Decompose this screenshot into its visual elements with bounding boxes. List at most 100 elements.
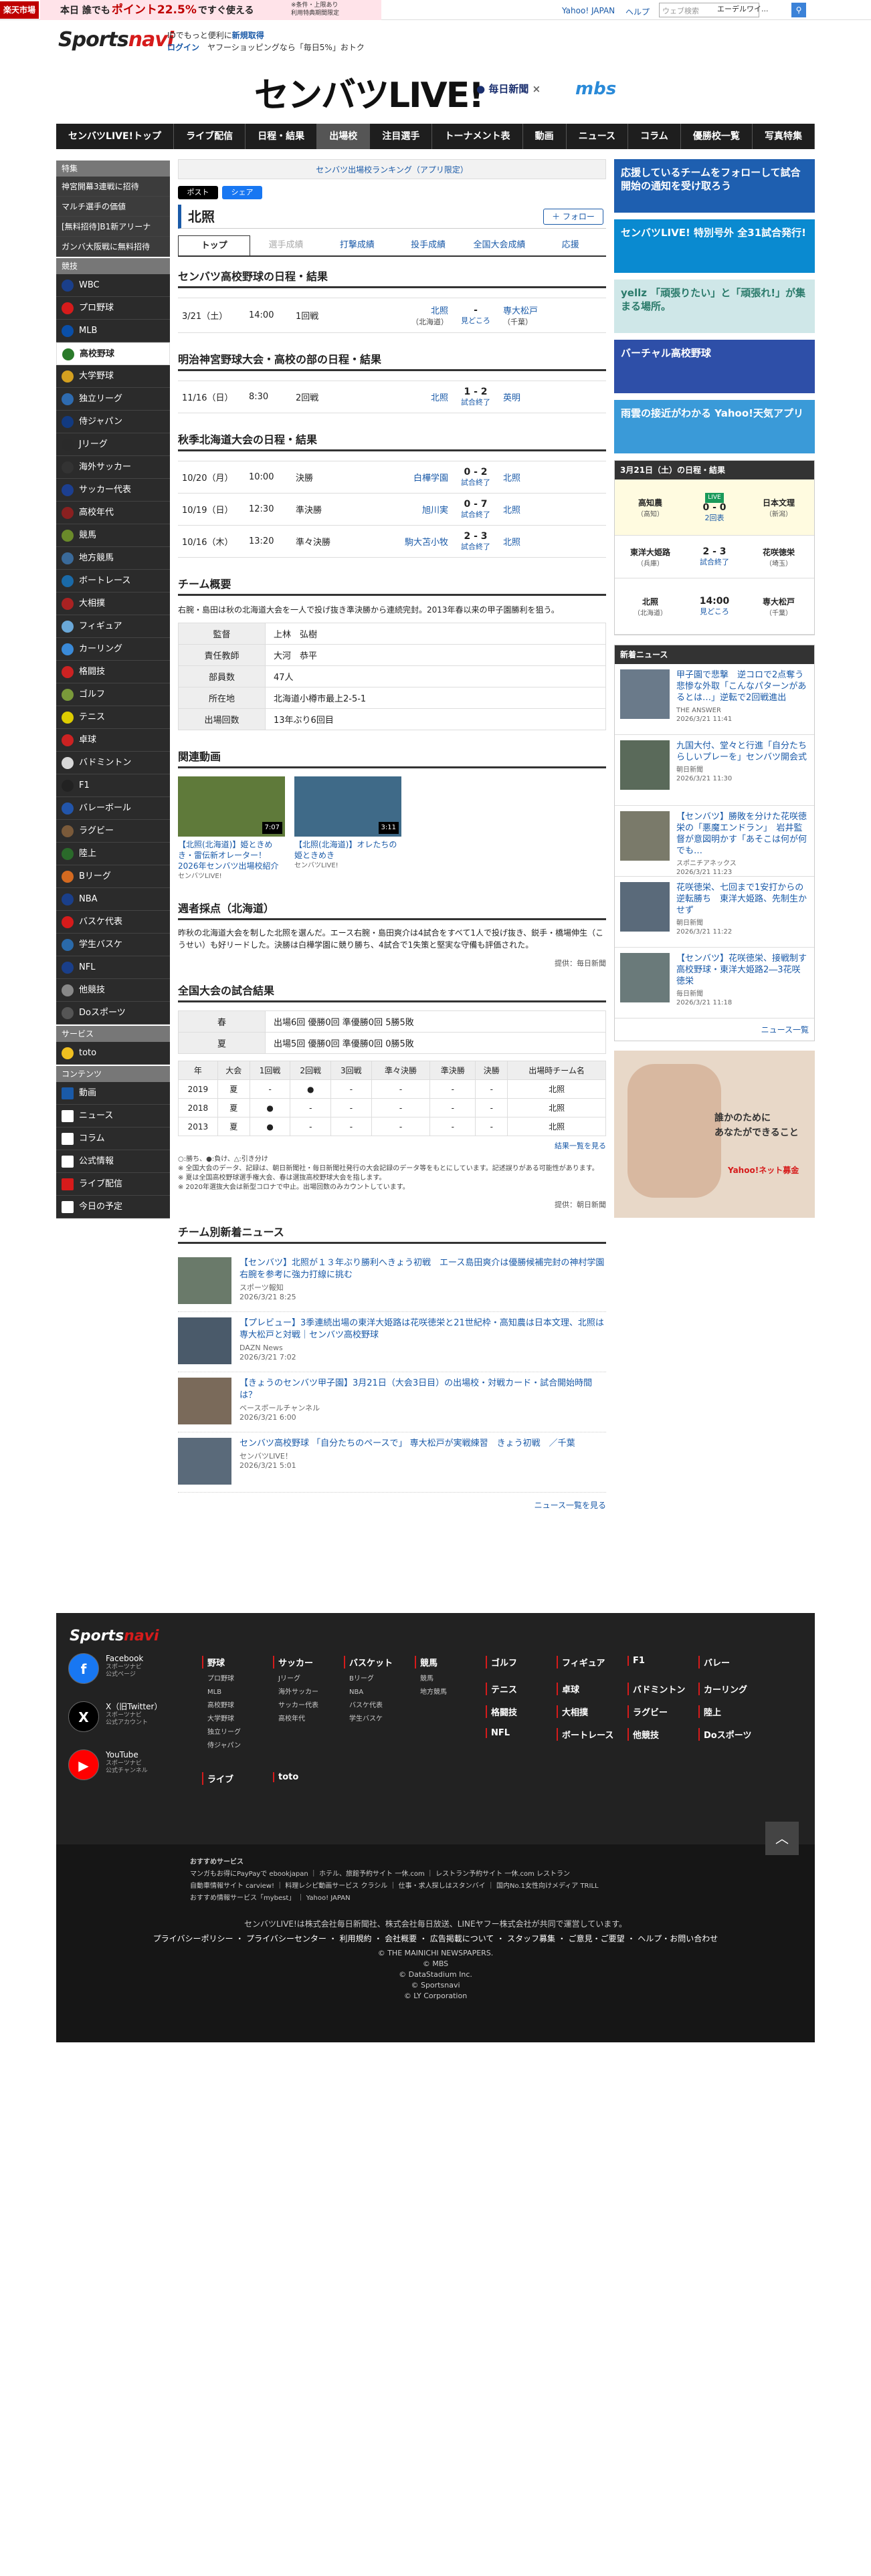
game-away[interactable]: 北照 bbox=[499, 525, 606, 558]
footer-col-item[interactable]: Bリーグ bbox=[344, 1673, 393, 1686]
nav-item[interactable]: 注目選手 bbox=[370, 124, 433, 149]
nav-item[interactable]: 動画 bbox=[523, 124, 567, 149]
right-news-item[interactable]: 甲子園で悲撃 逆コロで2点奪う悲惨な外取「こんなパターンがあるとは…」逆転で2回… bbox=[615, 664, 814, 735]
sidebar-sport-item[interactable]: テニス bbox=[56, 706, 170, 729]
sidebar-sport-item[interactable]: MLB bbox=[56, 320, 170, 342]
sidebar-sport-item[interactable]: カーリング bbox=[56, 638, 170, 661]
footer-col-item[interactable]: 海外サッカー bbox=[273, 1686, 318, 1699]
footer-col2-head[interactable]: 大相撲 bbox=[557, 1705, 588, 1718]
rec-line-2[interactable]: 自動車情報サイト carview! ｜ 料理レシピ動画サービス クラシル ｜ 仕… bbox=[190, 1882, 725, 1891]
sidebar-sport-item[interactable]: 侍ジャパン bbox=[56, 411, 170, 433]
sidebar-special-item[interactable]: マルチ選手の価値 bbox=[56, 197, 170, 217]
footer-col-head[interactable]: 競馬 bbox=[415, 1656, 447, 1669]
footer-col-item[interactable]: 競馬 bbox=[415, 1673, 447, 1686]
home-team-link[interactable]: 北照 bbox=[431, 393, 448, 403]
news-title[interactable]: 【プレビュー】3季連続出場の東洋大姫路は花咲徳栄と21世紀枠・高知農は日本文理、… bbox=[239, 1317, 606, 1341]
away-team-link[interactable]: 英明 bbox=[503, 393, 520, 403]
game-status-link[interactable]: 試合終了 bbox=[461, 398, 490, 407]
sidebar-service-item[interactable]: toto bbox=[56, 1042, 170, 1065]
footer-col-head[interactable]: バレー bbox=[698, 1656, 730, 1669]
rec-line-1[interactable]: マンガもお得にPayPayで ebookjapan ｜ ホテル、旅館予約サイト … bbox=[190, 1870, 725, 1879]
schedule-game[interactable]: 高知農 （高知） LIVE 0 - 0 2回表 日本文理 （新潟） bbox=[615, 479, 814, 536]
sidebar-sport-item[interactable]: Jリーグ bbox=[56, 433, 170, 456]
home-team-link[interactable]: 旭川実 bbox=[422, 506, 448, 516]
schedule-game[interactable]: 北照 （北海道） 14:00 見どころ 専大松戸 （千葉） bbox=[615, 578, 814, 635]
results-link[interactable]: 結果一覧を見る bbox=[178, 1140, 606, 1151]
tab-item[interactable]: 選手成績 bbox=[250, 235, 321, 255]
sidebar-sport-item[interactable]: 高校野球 bbox=[56, 342, 170, 365]
search-scope-select[interactable]: エーデルワイ... bbox=[717, 3, 769, 14]
video-title[interactable]: 【北照(北海道)】オレたちの姫ときめき bbox=[294, 839, 401, 861]
game-row[interactable]: 11/16（日） 8:30 2回戦 北照 1 - 2 試合終了 英明 bbox=[178, 381, 606, 413]
sidebar-sport-item[interactable]: 陸上 bbox=[56, 843, 170, 865]
right-news-item[interactable]: 花咲徳栄、七回まで1安打からの逆転勝ち 東洋大姫路、先制生かせず 朝日新聞 2026… bbox=[615, 877, 814, 948]
video-thumbnail[interactable]: 3:11 bbox=[294, 776, 401, 837]
footer-logo[interactable]: Sportsnavi bbox=[70, 1628, 159, 1644]
footer-col-head[interactable]: バスケット bbox=[344, 1656, 393, 1669]
footer-col2-head[interactable]: ボートレース bbox=[557, 1728, 613, 1741]
sidebar-special-item[interactable]: 神宮開幕3連戦に招待 bbox=[56, 177, 170, 197]
sidebar-sport-item[interactable]: 高校年代 bbox=[56, 502, 170, 524]
senbatsu-live-logo[interactable]: センバツLIVE! bbox=[254, 67, 484, 117]
footer-col-head[interactable]: F1 bbox=[627, 1656, 645, 1666]
tab-item[interactable]: 打撃成績 bbox=[322, 235, 393, 255]
footer-col-head[interactable]: ゴルフ bbox=[486, 1656, 517, 1669]
right-banner[interactable]: 応援しているチームをフォローして試合開始の通知を受け取ろう bbox=[614, 159, 815, 213]
game-away[interactable]: 北照 bbox=[499, 461, 606, 494]
right-news-item[interactable]: 九国大付、堂々と行進「自分たちらしいプレーを」センバツ開会式 朝日新聞 2026/3… bbox=[615, 735, 814, 806]
sidebar-sport-item[interactable]: WBC bbox=[56, 274, 170, 297]
home-team-link[interactable]: 白樺学園 bbox=[413, 473, 448, 484]
game-status-link[interactable]: 試合終了 bbox=[461, 542, 490, 551]
nav-item[interactable]: 出場校 bbox=[317, 124, 371, 149]
game-away[interactable]: 英明 bbox=[499, 381, 606, 413]
footer-col-item[interactable]: 高校年代 bbox=[273, 1713, 318, 1726]
footer-col2-head[interactable]: 他競技 bbox=[627, 1728, 659, 1741]
away-team-link[interactable]: 専大松戸 bbox=[503, 306, 538, 316]
right-banner[interactable]: yellz 「頑張りたい」と「頑張れ!」が集まる場所。 bbox=[614, 280, 815, 333]
footer-col-item[interactable]: サッカー代表 bbox=[273, 1699, 318, 1713]
right-news-thumbnail[interactable] bbox=[620, 811, 670, 861]
team-news-item[interactable]: 【センバツ】北照が１３年ぶり勝利へきょう初戦 エース島田爽介は優勝候補完封の神村… bbox=[178, 1252, 606, 1312]
game-away[interactable]: 北照 bbox=[499, 493, 606, 526]
sidebar-sport-item[interactable]: F1 bbox=[56, 774, 170, 797]
right-news-thumbnail[interactable] bbox=[620, 953, 670, 1002]
nav-item[interactable]: 写真特集 bbox=[753, 124, 815, 149]
donation-ad[interactable]: 誰かのために あなたができること Yahoo!ネット募金 bbox=[614, 1051, 815, 1218]
sidebar-content-item[interactable]: 動画 bbox=[56, 1082, 170, 1105]
game-home[interactable]: 駒大苫小牧 bbox=[385, 525, 452, 558]
video-title[interactable]: 【北照(北海道)】姫ときめき・雷伝新オレーター！2026年センバツ出場校紹介 bbox=[178, 839, 285, 871]
sidebar-sport-item[interactable]: プロ野球 bbox=[56, 297, 170, 320]
game-status-link[interactable]: 見どころ bbox=[461, 316, 490, 325]
game-home[interactable]: 白樺学園 bbox=[385, 461, 452, 494]
tab-item[interactable]: 投手成績 bbox=[393, 235, 464, 255]
news-thumbnail[interactable] bbox=[178, 1317, 231, 1364]
sidebar-sport-item[interactable]: Doスポーツ bbox=[56, 1002, 170, 1025]
sidebar-sport-item[interactable]: 地方競馬 bbox=[56, 547, 170, 570]
schedule-status[interactable]: 2回表 bbox=[705, 514, 724, 522]
schedule-status[interactable]: 見どころ bbox=[700, 607, 729, 616]
game-away[interactable]: 専大松戸 （千葉） bbox=[499, 298, 606, 333]
nav-item[interactable]: トーナメント表 bbox=[432, 124, 523, 149]
right-banner[interactable]: センバツLIVE! 特別号外 全31試合発行! bbox=[614, 219, 815, 273]
sidebar-sport-item[interactable]: Bリーグ bbox=[56, 865, 170, 888]
game-home[interactable]: 旭川実 bbox=[385, 493, 452, 526]
right-news-thumbnail[interactable] bbox=[620, 740, 670, 790]
game-status-link[interactable]: 試合終了 bbox=[461, 510, 490, 519]
sidebar-sport-item[interactable]: ゴルフ bbox=[56, 683, 170, 706]
game-home[interactable]: 北照 （北海道） bbox=[385, 298, 452, 333]
tab-item[interactable]: 全国大会成績 bbox=[464, 235, 535, 255]
team-news-item[interactable]: センバツ高校野球 「自分たちのペースで」 専大松戸が実戦練習 きょう初戦 ／千葉… bbox=[178, 1432, 606, 1493]
home-team-link[interactable]: 駒大苫小牧 bbox=[405, 538, 448, 548]
footer-col2-head[interactable]: 格闘技 bbox=[486, 1705, 517, 1718]
sidebar-sport-item[interactable]: サッカー代表 bbox=[56, 479, 170, 502]
game-home[interactable]: 北照 bbox=[385, 381, 452, 413]
right-news-title[interactable]: 九国大付、堂々と行進「自分たちらしいプレーを」センバツ開会式 bbox=[676, 740, 809, 763]
nav-item[interactable]: コラム bbox=[628, 124, 681, 149]
sidebar-sport-item[interactable]: バスケ代表 bbox=[56, 911, 170, 934]
sidebar-sport-item[interactable]: 海外サッカー bbox=[56, 456, 170, 479]
game-row[interactable]: 10/16（木） 13:20 準々決勝 駒大苫小牧 2 - 3 試合終了 北照 bbox=[178, 525, 606, 558]
sportsnavi-logo[interactable]: Sportsnavi bbox=[58, 28, 174, 51]
news-title[interactable]: 【センバツ】北照が１３年ぶり勝利へきょう初戦 エース島田爽介は優勝候補完封の神村… bbox=[239, 1257, 606, 1281]
sidebar-sport-item[interactable]: 大学野球 bbox=[56, 365, 170, 388]
footer-col-item[interactable]: 学生バスケ bbox=[344, 1713, 393, 1726]
